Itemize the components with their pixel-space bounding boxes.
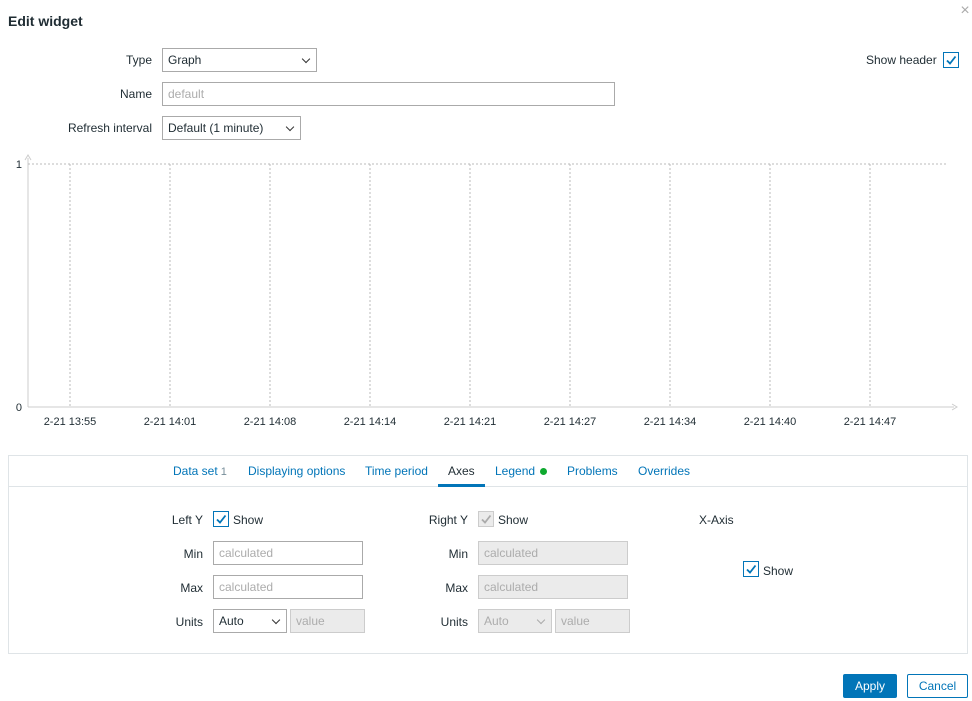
x-tick-label: 2-21 14:34: [644, 416, 697, 428]
x-tick-label: 2-21 14:01: [144, 416, 197, 428]
left-y-units-value: Auto: [219, 614, 244, 628]
type-select-value: Graph: [168, 53, 202, 67]
left-y-units-select[interactable]: Auto: [213, 609, 287, 633]
graph-preview: 0 1 2-21 13:55 2-21 14:01 2-21 14:08 2-21 14:…: [16, 154, 958, 428]
name-label: Name: [119, 87, 152, 101]
checkmark-icon: [946, 55, 957, 65]
tab-legend-label: Legend: [495, 464, 536, 478]
type-select[interactable]: Graph: [162, 48, 317, 72]
left-y-max-label: Max: [180, 581, 203, 595]
tab-displaying-options[interactable]: Displaying options: [248, 464, 345, 487]
right-y-min-placeholder: calculated: [484, 546, 539, 560]
tab-bar: Data set 1 Displaying options Time period…: [9, 456, 967, 487]
tab-legend[interactable]: Legend: [495, 464, 548, 487]
x-axis-show-label: Show: [763, 564, 794, 578]
tab-data-set-count: 1: [220, 466, 227, 478]
left-y-max-input[interactable]: calculated: [213, 575, 363, 599]
left-y-show-label: Show: [233, 513, 264, 527]
right-y-show-checkbox[interactable]: [478, 511, 494, 527]
right-y-units-value-placeholder: value: [561, 614, 590, 628]
y-tick-label: 0: [16, 402, 22, 414]
left-y-max-placeholder: calculated: [219, 580, 274, 594]
show-header-label: Show header: [866, 53, 937, 67]
left-y-min-input[interactable]: calculated: [213, 541, 363, 565]
y-tick-label: 1: [16, 159, 22, 171]
left-y-min-label: Min: [183, 547, 203, 561]
dialog-title: Edit widget: [8, 13, 83, 29]
left-y-units-value-placeholder: value: [296, 614, 325, 628]
left-y-show-checkbox[interactable]: [213, 511, 229, 527]
tab-time-period[interactable]: Time period: [365, 464, 428, 487]
refresh-interval-value: Default (1 minute): [168, 121, 264, 135]
right-y-max-label: Max: [445, 581, 468, 595]
close-icon[interactable]: ×: [958, 3, 972, 19]
x-tick-label: 2-21 14:14: [344, 416, 397, 428]
x-tick-label: 2-21 14:08: [244, 416, 297, 428]
left-y-units-label: Units: [175, 615, 203, 629]
tab-problems[interactable]: Problems: [567, 464, 618, 487]
x-tick-label: 2-21 13:55: [44, 416, 97, 428]
x-tick-label: 2-21 14:21: [444, 416, 497, 428]
checkmark-icon: [481, 514, 492, 524]
right-y-label: Right Y: [428, 513, 468, 527]
tab-data-set[interactable]: Data set 1: [173, 464, 227, 487]
x-axis-show-checkbox[interactable]: [743, 561, 759, 577]
tab-overrides[interactable]: Overrides: [638, 464, 690, 487]
x-tick-label: 2-21 14:40: [744, 416, 797, 428]
legend-status-dot-icon: [540, 468, 548, 475]
right-y-units-value: Auto: [484, 614, 509, 628]
right-y-max-input[interactable]: calculated: [478, 575, 628, 599]
left-y-label: Left Y: [171, 513, 203, 527]
right-y-units-value-input[interactable]: value: [555, 609, 630, 633]
right-y-min-input[interactable]: calculated: [478, 541, 628, 565]
show-header-checkbox[interactable]: [943, 52, 959, 68]
tab-axes[interactable]: Axes: [438, 464, 485, 487]
checkmark-icon: [216, 514, 227, 524]
refresh-interval-select[interactable]: Default (1 minute): [162, 116, 301, 140]
x-axis-label: X-Axis: [699, 513, 734, 527]
checkmark-icon: [746, 564, 757, 574]
type-label: Type: [125, 53, 152, 67]
x-tick-label: 2-21 14:27: [544, 416, 597, 428]
name-input-placeholder: default: [168, 87, 205, 101]
right-y-show-label: Show: [498, 513, 529, 527]
tab-data-set-label: Data set: [173, 464, 218, 478]
name-input[interactable]: default: [162, 82, 615, 106]
right-y-max-placeholder: calculated: [484, 580, 539, 594]
refresh-interval-label: Refresh interval: [67, 121, 152, 135]
widget-config-tabs: Data set 1 Displaying options Time period…: [8, 455, 968, 654]
right-y-min-label: Min: [448, 547, 468, 561]
apply-button[interactable]: Apply: [843, 674, 897, 698]
left-y-min-placeholder: calculated: [219, 546, 274, 560]
x-tick-label: 2-21 14:47: [844, 416, 897, 428]
right-y-units-select[interactable]: Auto: [478, 609, 552, 633]
right-y-units-label: Units: [440, 615, 468, 629]
left-y-units-value-input[interactable]: value: [290, 609, 365, 633]
cancel-button[interactable]: Cancel: [907, 674, 968, 698]
